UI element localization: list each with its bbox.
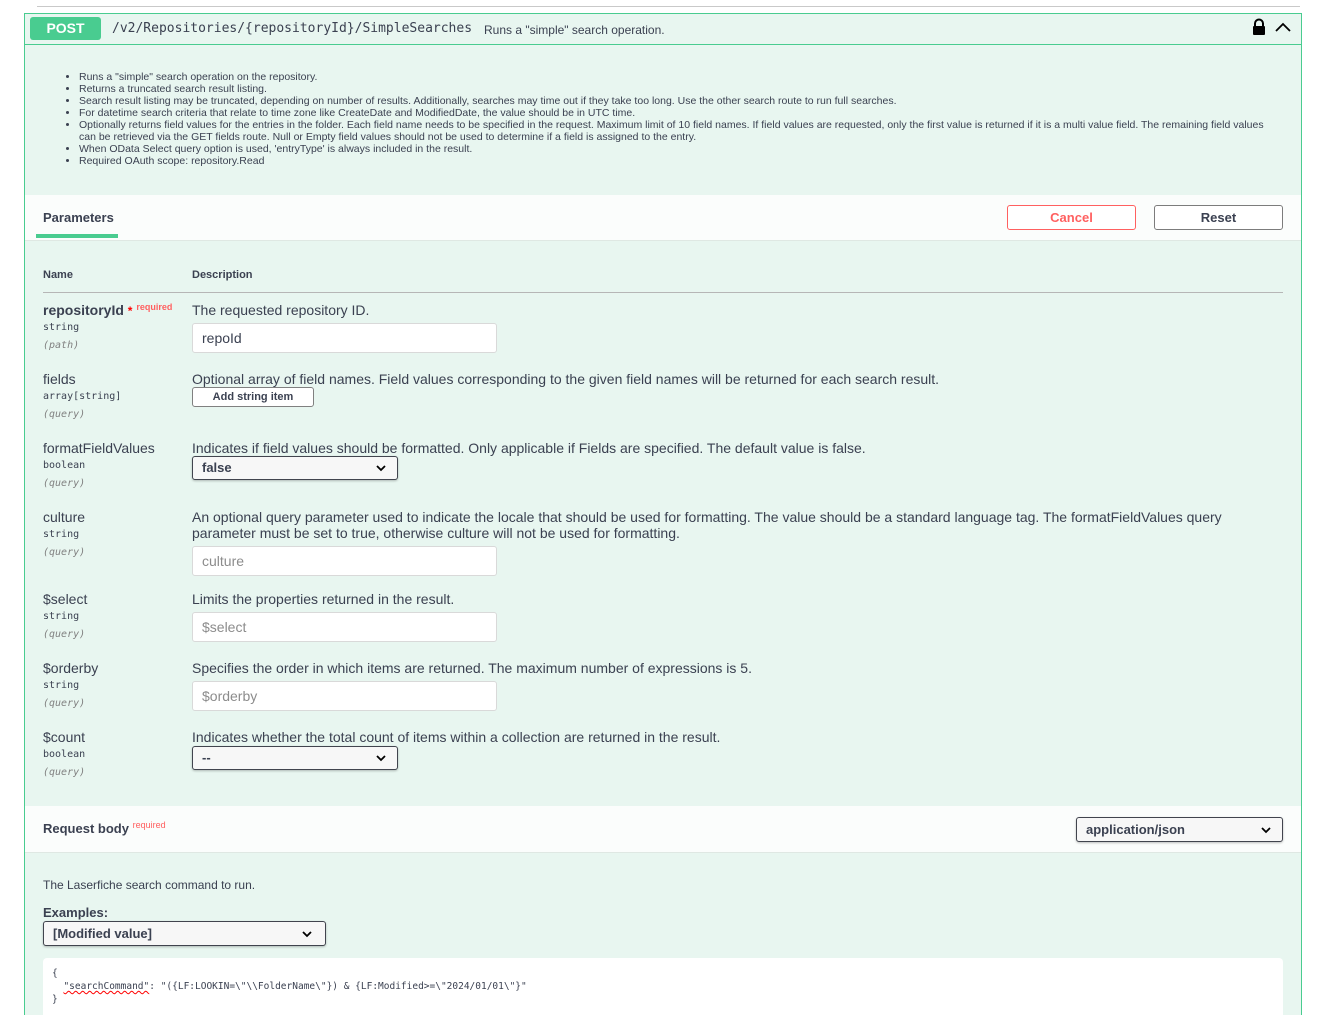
chevron-down-icon <box>1261 827 1271 834</box>
description-list: Runs a "simple" search operation on the … <box>79 71 1269 167</box>
description-item: Search result listing may be truncated, … <box>79 95 1269 107</box>
param-type: array[string] <box>43 391 122 402</box>
description-item: When OData Select query option is used, … <box>79 143 1269 155</box>
param-location: (query) <box>43 547 86 558</box>
operation-summary[interactable]: POST /v2/Repositories/{repositoryId}/Sim… <box>25 14 1301 45</box>
param-type: boolean <box>43 460 86 471</box>
param-name: $count <box>43 729 86 745</box>
method-badge: POST <box>30 17 101 40</box>
operation-description: Runs a "simple" search operation on the … <box>25 46 1301 196</box>
tab-parameters[interactable]: Parameters <box>43 210 114 225</box>
param-location: (query) <box>43 629 86 640</box>
chevron-down-icon <box>302 931 312 938</box>
column-header-name: Name <box>43 269 73 281</box>
code-line: "searchCommand": "({LF:LOOKIN=\"\\Folder… <box>63 981 527 992</box>
select-input[interactable]: $select <box>192 612 497 642</box>
description-item: Runs a "simple" search operation on the … <box>79 71 1269 83</box>
param-name: fields <box>43 371 76 387</box>
param-name: $orderby <box>43 660 99 676</box>
examples-label: Examples: <box>43 905 109 920</box>
param-location: (path) <box>43 340 80 351</box>
param-type: boolean <box>43 749 86 760</box>
param-name: $select <box>43 591 88 607</box>
request-body-editor[interactable]: { "searchCommand": "({LF:LOOKIN=\"\\Fold… <box>43 958 1283 1015</box>
code-key: "searchCommand" <box>63 981 150 992</box>
param-type: string <box>43 529 80 540</box>
request-body-description: The Laserfiche search command to run. <box>43 878 256 892</box>
divider <box>37 6 1300 7</box>
reset-button[interactable]: Reset <box>1154 205 1283 230</box>
code-value: "({LF:LOOKIN=\"\\FolderName\"}) & {LF:Mo… <box>160 981 527 992</box>
column-header-description: Description <box>192 269 253 281</box>
culture-input[interactable]: culture <box>192 546 497 576</box>
orderby-input[interactable]: $orderby <box>192 681 497 711</box>
description-item: Optionally returns field values for the … <box>79 119 1269 143</box>
chevron-down-icon <box>376 755 386 762</box>
examples-select[interactable]: [Modified value] <box>43 921 326 946</box>
operation-block: POST /v2/Repositories/{repositoryId}/Sim… <box>24 13 1302 1015</box>
parameters-header: Parameters Cancel Reset <box>25 195 1301 241</box>
param-location: (query) <box>43 478 86 489</box>
description-item: Returns a truncated search result listin… <box>79 83 1269 95</box>
param-type: string <box>43 322 80 333</box>
select-value: false <box>202 460 232 475</box>
required-tag: required <box>132 820 166 830</box>
column-divider <box>43 292 1283 293</box>
request-body-header: Request body required application/json <box>25 806 1301 853</box>
add-string-item-button[interactable]: Add string item <box>192 387 314 407</box>
param-description: Limits the properties returned in the re… <box>192 591 455 607</box>
content-type-select[interactable]: application/json <box>1076 817 1283 842</box>
select-value: -- <box>202 750 211 765</box>
param-type: string <box>43 611 80 622</box>
param-location: (query) <box>43 409 86 420</box>
required-tag: required <box>136 302 173 312</box>
select-value: application/json <box>1086 822 1185 837</box>
description-item: Required OAuth scope: repository.Read <box>79 155 1269 167</box>
cancel-button[interactable]: Cancel <box>1007 205 1136 230</box>
param-description: An optional query parameter used to indi… <box>192 509 1222 541</box>
description-item: For datetime search criteria that relate… <box>79 107 1269 119</box>
chevron-down-icon <box>376 465 386 472</box>
param-description: Indicates if field values should be form… <box>192 440 866 456</box>
param-name: formatFieldValues <box>43 440 155 456</box>
code-line: { <box>52 968 58 979</box>
lock-icon[interactable] <box>1251 18 1267 36</box>
repositoryid-input[interactable]: repoId <box>192 323 497 353</box>
param-location: (query) <box>43 698 86 709</box>
param-description: The requested repository ID. <box>192 302 370 318</box>
formatfieldvalues-select[interactable]: false <box>192 456 398 480</box>
request-body-title: Request body required <box>43 820 166 836</box>
param-description: Specifies the order in which items are r… <box>192 660 752 676</box>
code-line: } <box>52 994 58 1005</box>
count-select[interactable]: -- <box>192 746 398 770</box>
required-star: * <box>127 304 133 318</box>
tab-underline <box>36 234 118 238</box>
param-description: Indicates whether the total count of ite… <box>192 729 721 745</box>
param-type: string <box>43 680 80 691</box>
param-location: (query) <box>43 767 86 778</box>
param-name: repositoryId * required <box>43 302 173 318</box>
operation-summary-text: Runs a "simple" search operation. <box>484 23 665 37</box>
param-name: culture <box>43 509 86 525</box>
select-value: [Modified value] <box>53 926 152 941</box>
param-description: Optional array of field names. Field val… <box>192 371 940 387</box>
operation-path: /v2/Repositories/{repositoryId}/SimpleSe… <box>112 21 473 36</box>
chevron-up-icon[interactable] <box>1274 18 1292 36</box>
